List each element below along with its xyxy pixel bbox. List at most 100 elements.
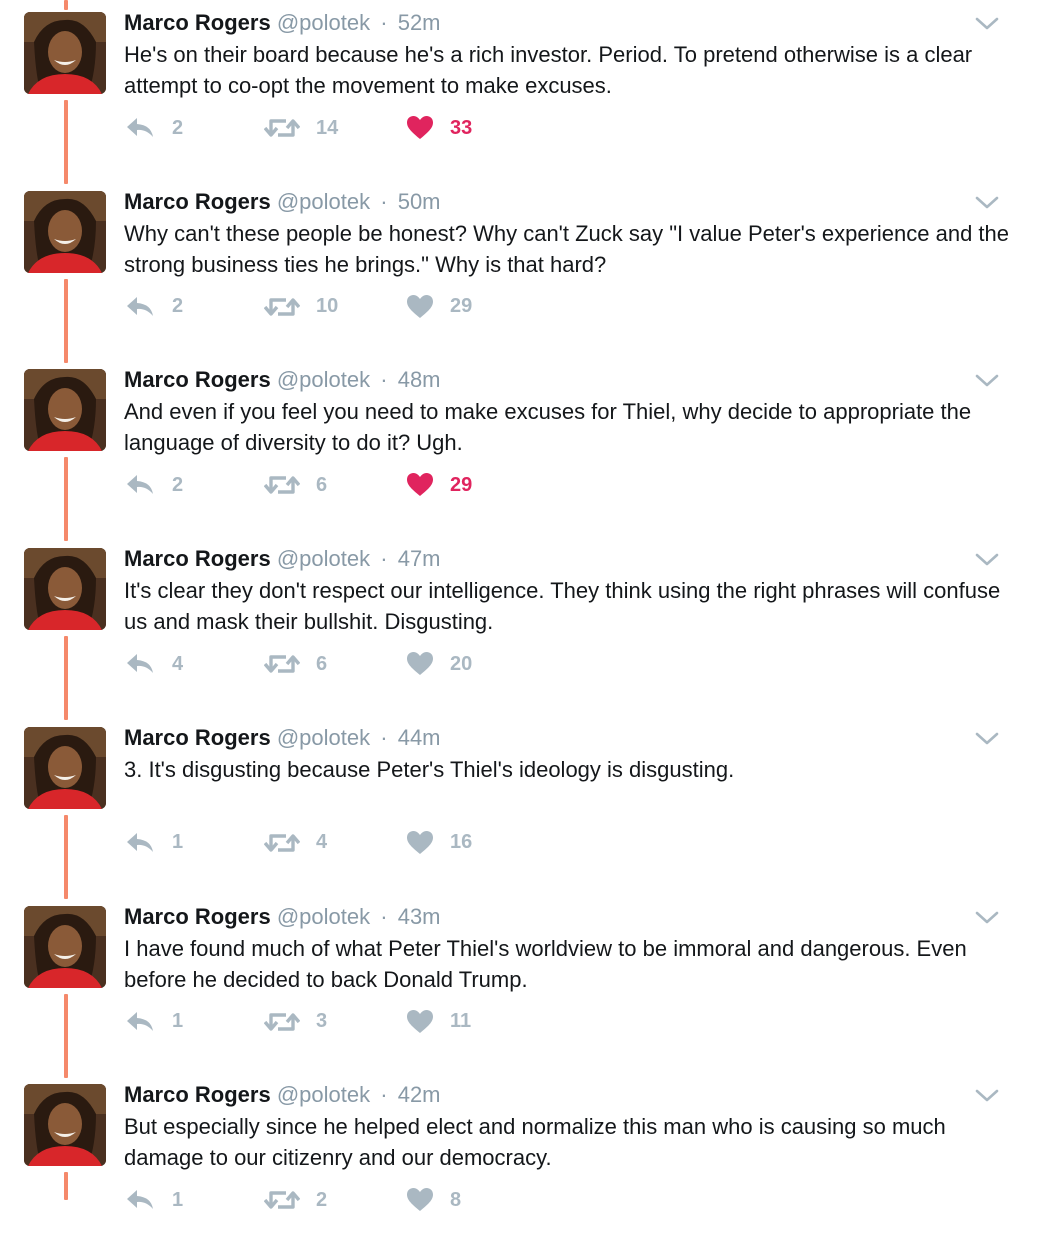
user-handle[interactable]: @polotek: [277, 725, 370, 750]
separator-dot: ·: [380, 367, 388, 393]
retweet-button[interactable]: 2: [264, 1180, 327, 1220]
avatar[interactable]: [24, 905, 106, 988]
reply-count: 1: [172, 831, 184, 854]
timestamp[interactable]: 47m: [398, 546, 441, 571]
retweet-icon: [264, 1009, 300, 1035]
reply-count: 2: [172, 295, 184, 318]
like-button[interactable]: 8: [406, 1180, 461, 1220]
reply-icon: [124, 472, 156, 498]
retweet-button[interactable]: 14: [264, 108, 338, 148]
tweet-header: Marco Rogers @polotek · 44m: [124, 723, 441, 753]
retweet-button[interactable]: 3: [264, 1002, 327, 1042]
timestamp[interactable]: 42m: [398, 1082, 441, 1107]
like-count: 20: [450, 652, 473, 675]
tweet-actions: 1 3 11: [124, 1002, 624, 1042]
tweet[interactable]: Marco Rogers @polotek · 43m I have found…: [0, 894, 1044, 1073]
reply-button[interactable]: 1: [124, 1180, 183, 1220]
display-name[interactable]: Marco Rogers: [124, 546, 271, 571]
tweet-actions: 4 6 20: [124, 644, 624, 684]
reply-icon: [124, 294, 156, 320]
reply-button[interactable]: 2: [124, 465, 183, 505]
tweet-header: Marco Rogers @polotek · 52m: [124, 8, 441, 38]
avatar[interactable]: [24, 12, 106, 94]
display-name[interactable]: Marco Rogers: [124, 1082, 271, 1107]
heart-icon: [406, 294, 434, 320]
reply-button[interactable]: 2: [124, 287, 183, 327]
like-count: 16: [450, 831, 473, 854]
like-button[interactable]: 11: [406, 1002, 471, 1042]
retweet-count: 6: [316, 652, 328, 675]
heart-icon: [406, 115, 434, 141]
reply-icon: [124, 115, 156, 141]
chevron-down-icon[interactable]: [974, 193, 1000, 213]
reply-icon: [124, 1187, 156, 1213]
retweet-button[interactable]: 10: [264, 287, 338, 327]
separator-dot: ·: [380, 903, 388, 929]
like-button[interactable]: 20: [406, 644, 472, 684]
timestamp[interactable]: 43m: [398, 904, 441, 929]
like-button[interactable]: 16: [406, 823, 472, 863]
tweet-text: It's clear they don't respect our intell…: [124, 578, 1001, 635]
avatar[interactable]: [24, 726, 106, 809]
avatar[interactable]: [24, 190, 106, 273]
like-button[interactable]: 29: [406, 465, 472, 505]
like-button[interactable]: 33: [406, 108, 472, 148]
retweet-button[interactable]: 4: [264, 823, 327, 863]
like-button[interactable]: 29: [406, 287, 472, 327]
heart-icon: [406, 651, 434, 677]
user-handle[interactable]: @polotek: [277, 10, 370, 35]
reply-count: 2: [172, 116, 184, 139]
reply-button[interactable]: 2: [124, 108, 183, 148]
retweet-icon: [264, 115, 300, 141]
chevron-down-icon[interactable]: [974, 729, 1000, 749]
reply-count: 1: [172, 1010, 184, 1032]
tweet-text: Why can't these people be honest? Why ca…: [124, 220, 1010, 277]
display-name[interactable]: Marco Rogers: [124, 904, 271, 929]
retweet-icon: [264, 830, 300, 856]
tweet-actions: 2 6 29: [124, 465, 624, 505]
display-name[interactable]: Marco Rogers: [124, 725, 271, 750]
tweet-actions: 1 2 8: [124, 1180, 624, 1220]
tweet[interactable]: Marco Rogers @polotek · 48m And even if …: [0, 357, 1044, 536]
tweet-text: He's on their board because he's a rich …: [124, 42, 973, 98]
tweet[interactable]: Marco Rogers @polotek · 52m He's on thei…: [0, 0, 1044, 179]
chevron-down-icon[interactable]: [974, 371, 1000, 391]
display-name[interactable]: Marco Rogers: [124, 189, 271, 214]
avatar[interactable]: [24, 548, 106, 631]
separator-dot: ·: [380, 10, 388, 35]
timestamp[interactable]: 44m: [398, 725, 441, 750]
tweet[interactable]: Marco Rogers @polotek · 44m 3. It's disg…: [0, 715, 1044, 894]
avatar[interactable]: [24, 1084, 106, 1167]
retweet-count: 10: [316, 295, 339, 318]
user-handle[interactable]: @polotek: [277, 904, 370, 929]
tweet[interactable]: Marco Rogers @polotek · 50m Why can't th…: [0, 179, 1044, 358]
user-handle[interactable]: @polotek: [277, 546, 370, 571]
user-handle[interactable]: @polotek: [277, 367, 370, 392]
avatar[interactable]: [24, 369, 106, 452]
reply-count: 4: [172, 652, 184, 675]
chevron-down-icon[interactable]: [974, 550, 1000, 570]
tweet[interactable]: Marco Rogers @polotek · 42m But especial…: [0, 1072, 1044, 1251]
reply-button[interactable]: 1: [124, 823, 183, 863]
heart-icon: [406, 1009, 434, 1035]
display-name[interactable]: Marco Rogers: [124, 367, 271, 392]
retweet-button[interactable]: 6: [264, 465, 327, 505]
retweet-count: 3: [316, 1010, 328, 1032]
timestamp[interactable]: 50m: [398, 189, 441, 214]
chevron-down-icon[interactable]: [974, 908, 1000, 928]
separator-dot: ·: [380, 546, 388, 572]
heart-icon: [406, 472, 434, 498]
like-count: 29: [450, 473, 473, 496]
tweet[interactable]: Marco Rogers @polotek · 47m It's clear t…: [0, 536, 1044, 715]
reply-button[interactable]: 1: [124, 1002, 183, 1042]
tweet-text: 3. It's disgusting because Peter's Thiel…: [124, 756, 735, 782]
user-handle[interactable]: @polotek: [277, 189, 370, 214]
chevron-down-icon[interactable]: [974, 14, 1000, 34]
chevron-down-icon[interactable]: [974, 1086, 1000, 1106]
reply-button[interactable]: 4: [124, 644, 183, 684]
timestamp[interactable]: 48m: [398, 367, 441, 392]
timestamp[interactable]: 52m: [398, 10, 441, 35]
display-name[interactable]: Marco Rogers: [124, 10, 271, 35]
retweet-button[interactable]: 6: [264, 644, 327, 684]
user-handle[interactable]: @polotek: [277, 1082, 370, 1107]
